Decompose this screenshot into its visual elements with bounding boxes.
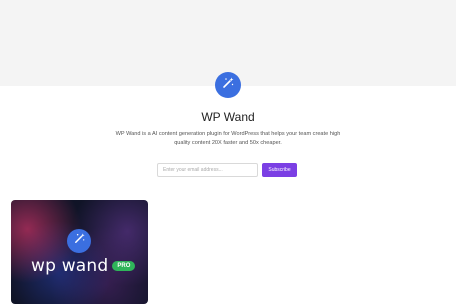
email-field[interactable] bbox=[157, 163, 258, 177]
card-wordmark: wp wand bbox=[31, 256, 109, 276]
card-logo bbox=[67, 229, 91, 253]
product-card[interactable]: wp wand PRO bbox=[11, 200, 148, 304]
subscribe-button[interactable]: Subscribe bbox=[262, 163, 297, 177]
page-title: WP Wand bbox=[201, 110, 255, 124]
description-text: WP Wand is a AI content generation plugi… bbox=[115, 131, 341, 146]
pro-badge: PRO bbox=[112, 261, 136, 271]
magic-wand-icon bbox=[221, 76, 235, 95]
subscribe-form: Subscribe bbox=[157, 163, 297, 177]
card-brand: wp wand PRO bbox=[31, 256, 136, 276]
logo bbox=[215, 72, 241, 98]
magic-wand-icon bbox=[73, 232, 86, 250]
